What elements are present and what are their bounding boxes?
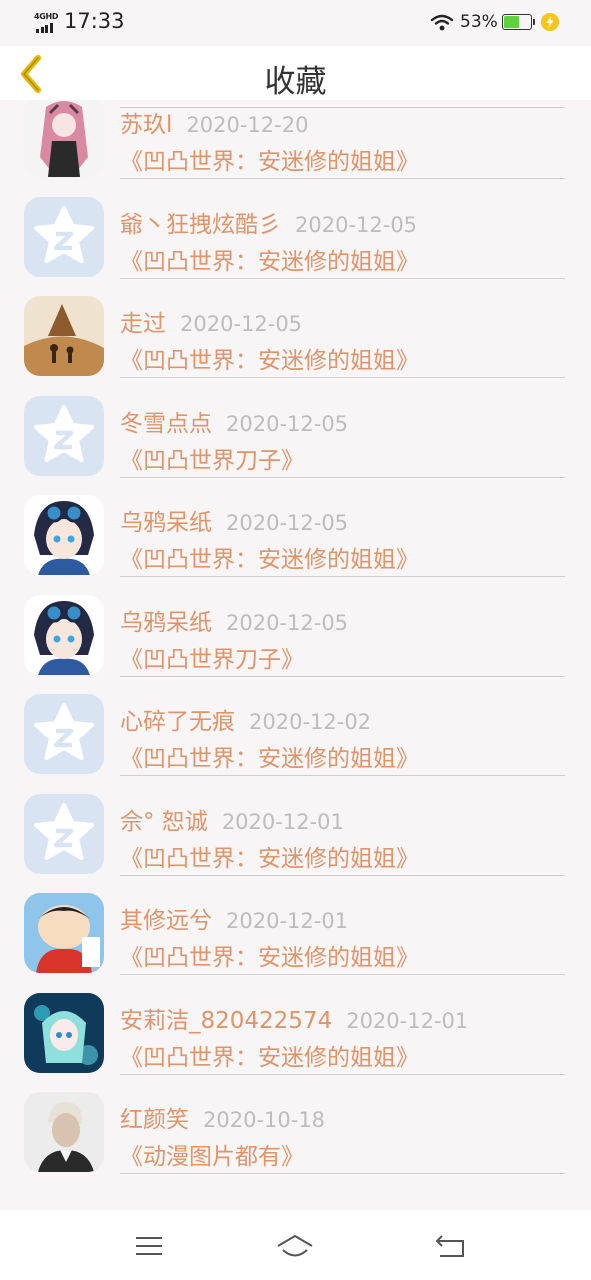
list-item[interactable]: 其修远兮 2020-12-01 《凹凸世界：安迷修的姐姐》 <box>0 869 591 975</box>
favorite-date: 2020-12-05 <box>226 610 349 635</box>
page-title: 收藏 <box>264 64 327 100</box>
status-bar: 4GHD 17:33 53% <box>0 0 591 46</box>
list-item[interactable]: 乌鸦呆纸 2020-12-05 《凹凸世界：安迷修的姐姐》 <box>0 471 591 577</box>
item-header: 苏玖l 2020-12-20 <box>120 105 308 139</box>
item-header: 爺丶狂拽炫酷彡 2020-12-05 <box>120 205 417 239</box>
favorite-date: 2020-12-05 <box>295 212 418 237</box>
avatar[interactable] <box>24 992 104 1073</box>
item-header: 心碎了无痕 2020-12-02 <box>120 702 371 736</box>
list-item[interactable]: 红颜笑 2020-10-18 《动漫图片都有》 <box>0 1068 591 1174</box>
user-name[interactable]: 走过 <box>120 311 166 337</box>
home-icon[interactable] <box>275 1230 315 1262</box>
list-item[interactable]: 安莉洁_820422574 2020-12-01 《凹凸世界：安迷修的姐姐》 <box>0 969 591 1075</box>
item-header: 乌鸦呆纸 2020-12-05 <box>120 603 348 637</box>
wifi-icon <box>430 14 454 31</box>
favorite-title[interactable]: 《凹凸世界：安迷修的姐姐》 <box>120 1038 419 1072</box>
item-header: 其修远兮 2020-12-01 <box>120 901 348 935</box>
favorite-date: 2020-12-05 <box>226 411 349 436</box>
avatar[interactable] <box>24 495 104 575</box>
app-header: 收藏 <box>0 46 591 100</box>
menu-icon[interactable] <box>128 1230 168 1262</box>
favorites-list[interactable]: 苏玖l 2020-12-20 《凹凸世界：安迷修的姐姐》 爺丶狂拽炫酷彡 2020-12… <box>0 100 591 1210</box>
avatar[interactable] <box>24 594 104 675</box>
divider <box>120 1173 565 1174</box>
signal-icon: 4GHD <box>34 12 60 33</box>
user-name[interactable]: 苏玖l <box>120 112 172 138</box>
favorite-title[interactable]: 《凹凸世界：安迷修的姐姐》 <box>120 739 419 773</box>
favorite-title[interactable]: 《凹凸世界：安迷修的姐姐》 <box>120 242 419 276</box>
battery-percent: 53% <box>460 12 498 32</box>
favorite-date: 2020-12-05 <box>226 511 349 535</box>
user-name[interactable]: 乌鸦呆纸 <box>120 510 212 536</box>
item-header: 佘° 恕诚 2020-12-01 <box>120 802 344 836</box>
user-name[interactable]: 安莉洁_820422574 <box>120 1008 332 1034</box>
list-item[interactable]: 爺丶狂拽炫酷彡 2020-12-05 《凹凸世界：安迷修的姐姐》 <box>0 173 591 279</box>
avatar[interactable] <box>24 395 104 476</box>
favorite-title[interactable]: 《动漫图片都有》 <box>120 1137 304 1171</box>
list-item[interactable]: 冬雪点点 2020-12-05 《凹凸世界刀子》 <box>0 372 591 478</box>
favorite-date: 2020-12-01 <box>346 1008 469 1033</box>
favorite-title[interactable]: 《凹凸世界：安迷修的姐姐》 <box>120 142 419 176</box>
item-header: 红颜笑 2020-10-18 <box>120 1100 325 1134</box>
favorite-date: 2020-12-20 <box>186 113 309 137</box>
favorite-title[interactable]: 《凹凸世界刀子》 <box>120 441 304 475</box>
item-header: 走过 2020-12-05 <box>120 304 302 338</box>
favorite-date: 2020-10-18 <box>203 1108 326 1132</box>
status-time: 17:33 <box>64 9 125 33</box>
list-item[interactable]: 心碎了无痕 2020-12-02 《凹凸世界：安迷修的姐姐》 <box>0 670 591 776</box>
list-item[interactable]: 苏玖l 2020-12-20 《凹凸世界：安迷修的姐姐》 <box>0 100 591 179</box>
network-type: 4GHD <box>34 12 59 21</box>
user-name[interactable]: 红颜笑 <box>120 1107 189 1133</box>
item-header: 乌鸦呆纸 2020-12-05 <box>120 503 348 537</box>
favorite-date: 2020-12-01 <box>221 809 344 834</box>
favorite-title[interactable]: 《凹凸世界刀子》 <box>120 640 304 674</box>
item-header: 冬雪点点 2020-12-05 <box>120 404 348 438</box>
favorite-title[interactable]: 《凹凸世界：安迷修的姐姐》 <box>120 540 419 574</box>
list-item[interactable]: 乌鸦呆纸 2020-12-05 《凹凸世界刀子》 <box>0 571 591 677</box>
favorite-date: 2020-12-01 <box>226 909 349 933</box>
list-item[interactable]: 走过 2020-12-05 《凹凸世界：安迷修的姐姐》 <box>0 272 591 378</box>
user-name[interactable]: 心碎了无痕 <box>120 709 235 735</box>
avatar[interactable] <box>24 1092 104 1172</box>
item-header: 安莉洁_820422574 2020-12-01 <box>120 1001 468 1035</box>
favorite-date: 2020-12-05 <box>180 312 303 336</box>
list-item[interactable]: 佘° 恕诚 2020-12-01 《凹凸世界：安迷修的姐姐》 <box>0 770 591 876</box>
avatar[interactable] <box>24 296 104 376</box>
avatar[interactable] <box>24 100 104 177</box>
battery-icon <box>502 14 535 30</box>
avatar[interactable] <box>24 893 104 973</box>
user-name[interactable]: 冬雪点点 <box>120 411 212 437</box>
user-name[interactable]: 佘° 恕诚 <box>120 809 208 835</box>
charging-icon <box>541 13 559 31</box>
favorite-title[interactable]: 《凹凸世界：安迷修的姐姐》 <box>120 341 419 375</box>
favorite-title[interactable]: 《凹凸世界：安迷修的姐姐》 <box>120 839 419 873</box>
user-name[interactable]: 乌鸦呆纸 <box>120 610 212 636</box>
avatar[interactable] <box>24 793 104 874</box>
user-name[interactable]: 爺丶狂拽炫酷彡 <box>120 212 281 238</box>
favorite-date: 2020-12-02 <box>249 710 372 734</box>
avatar[interactable] <box>24 196 104 277</box>
avatar[interactable] <box>24 694 104 774</box>
user-name[interactable]: 其修远兮 <box>120 908 212 934</box>
system-nav-bar <box>0 1210 591 1280</box>
favorite-title[interactable]: 《凹凸世界：安迷修的姐姐》 <box>120 938 419 972</box>
back-nav-icon[interactable] <box>430 1230 470 1262</box>
